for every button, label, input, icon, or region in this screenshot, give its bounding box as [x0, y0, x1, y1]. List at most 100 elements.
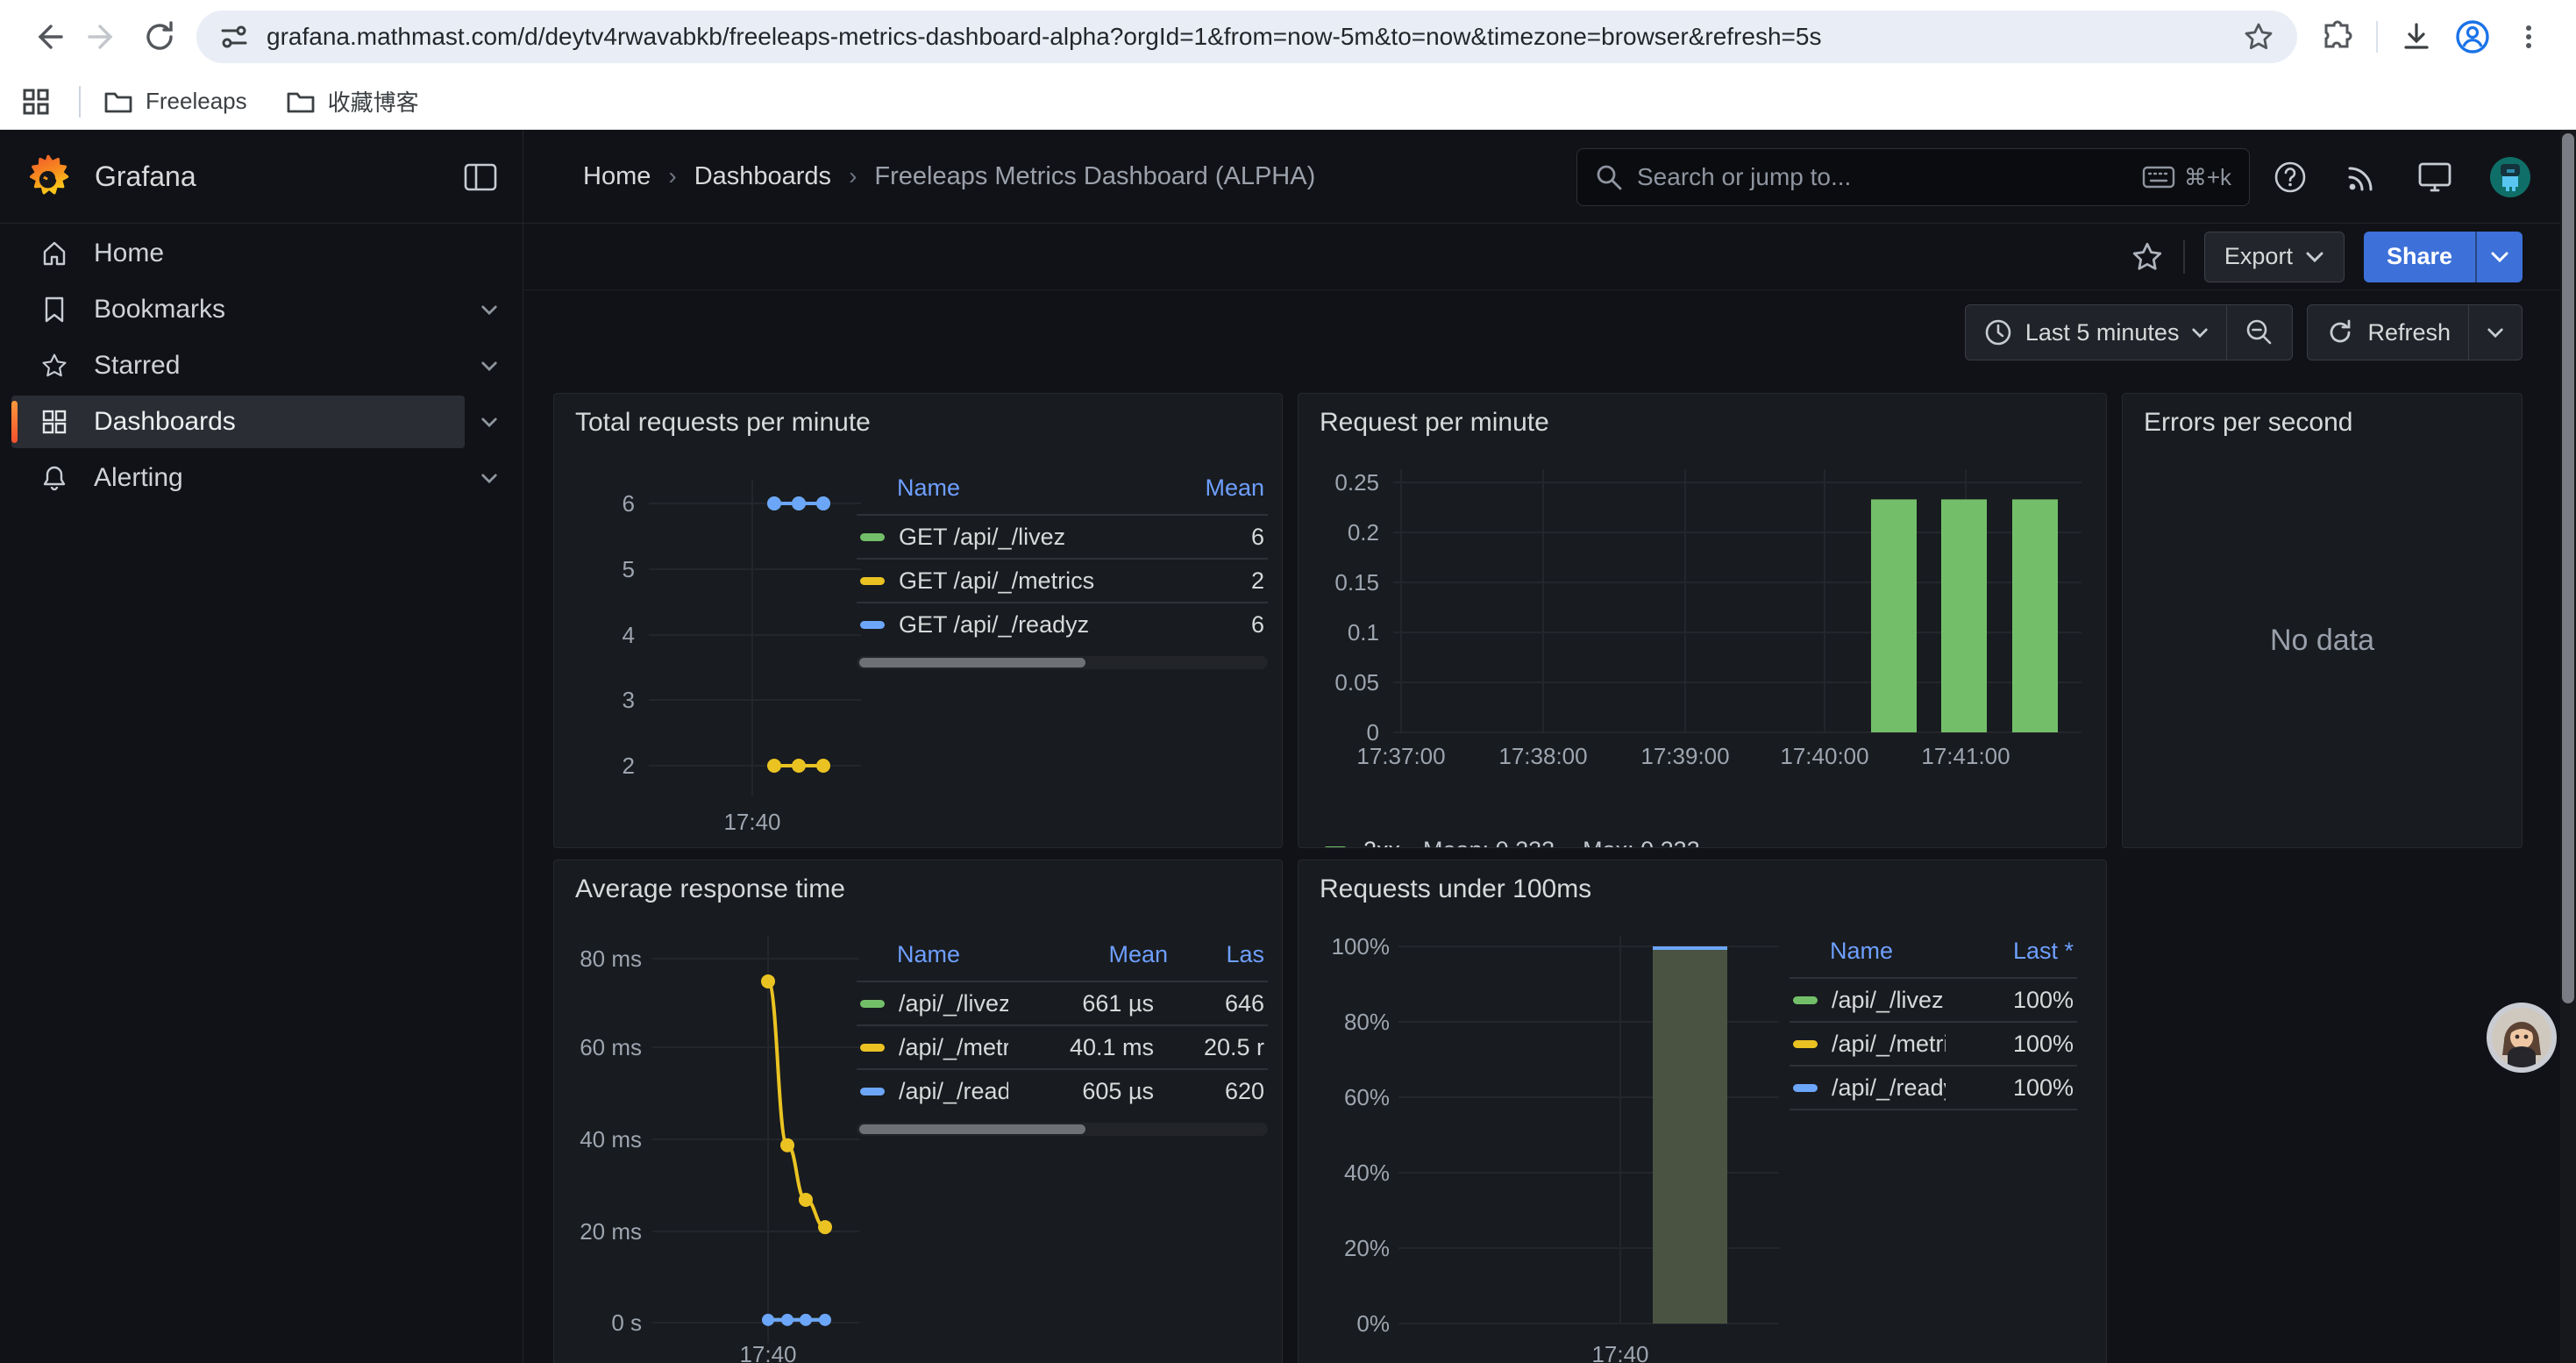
legend-row[interactable]: GET /api/_/metrics2	[857, 558, 1268, 602]
search-input[interactable]: Search or jump to... ⌘+k	[1576, 148, 2250, 206]
series-name[interactable]: /api/_/livez	[899, 990, 1008, 1017]
profile-icon[interactable]	[2453, 18, 2492, 56]
page-scrollbar[interactable]	[2560, 130, 2576, 1363]
refresh-interval-button[interactable]	[2468, 305, 2522, 360]
breadcrumb-home[interactable]: Home	[583, 162, 651, 191]
series-mean: 6	[1185, 611, 1264, 639]
legend-scrollbar[interactable]	[857, 656, 1268, 669]
bookmark-folder-blogs[interactable]: 收藏博客	[286, 85, 419, 118]
legend-header-last[interactable]: Last *	[1960, 938, 2074, 965]
svg-text:2: 2	[623, 753, 635, 779]
svg-text:80 ms: 80 ms	[580, 946, 642, 972]
legend-header-name[interactable]: Name	[1830, 938, 1960, 965]
bookmark-star-icon[interactable]	[2243, 21, 2274, 53]
series-name[interactable]: /api/_/metrics	[1832, 1031, 1946, 1058]
series-name[interactable]: 2xx	[1363, 837, 1400, 848]
scrollbar-thumb[interactable]	[2562, 133, 2574, 1003]
legend-header-name[interactable]: Name	[897, 941, 1036, 968]
legend-row[interactable]: /api/_/readyz100%	[1790, 1065, 2077, 1109]
svg-text:20%: 20%	[1344, 1235, 1390, 1261]
legend-header-mean[interactable]: Mean	[1036, 941, 1168, 968]
downloads-icon[interactable]	[2397, 18, 2436, 56]
legend-header-mean[interactable]: Mean	[1185, 475, 1264, 502]
search-icon	[1595, 163, 1623, 191]
legend-row[interactable]: /api/_/livez 100%	[1790, 977, 2077, 1021]
browser-menu-icon[interactable]	[2509, 18, 2548, 56]
legend-row[interactable]: /api/_/metrics40.1 ms20.5 r	[857, 1024, 1268, 1068]
apps-grid-icon[interactable]	[21, 87, 51, 117]
series-swatch	[1793, 996, 1818, 1004]
reload-icon[interactable]	[140, 18, 179, 56]
sidebar-toggle-icon[interactable]	[463, 161, 498, 193]
panel-request-per-minute: Request per minute 0.250.20.150.10.05017…	[1298, 393, 2107, 848]
series-name[interactable]: /api/_/readyz	[1832, 1074, 1946, 1102]
forward-icon[interactable]	[84, 18, 123, 56]
dashboard-toolbar: Export Share	[523, 224, 2576, 290]
panel-title[interactable]: Request per minute	[1320, 408, 1549, 438]
share-button-group: Share	[2364, 232, 2523, 282]
share-menu-button[interactable]	[2475, 232, 2523, 282]
grafana-app: Grafana Home › Dashboards › Freeleaps Me…	[0, 130, 2576, 1363]
breadcrumb: Home › Dashboards › Freeleaps Metrics Da…	[583, 130, 1315, 223]
legend-header-name[interactable]: Name	[897, 475, 1185, 502]
kiosk-monitor-icon[interactable]	[2416, 160, 2453, 195]
svg-text:6: 6	[623, 490, 635, 517]
panel-title[interactable]: Errors per second	[2144, 408, 2352, 438]
series-last: 100%	[1960, 987, 2074, 1014]
site-settings-icon[interactable]	[219, 22, 249, 52]
export-button[interactable]: Export	[2204, 232, 2345, 282]
zoom-out-button[interactable]	[2226, 305, 2292, 360]
legend-row[interactable]: /api/_/readyz605 µs620	[857, 1068, 1268, 1112]
extensions-icon[interactable]	[2318, 18, 2357, 56]
series-name[interactable]: /api/_/metrics	[899, 1034, 1008, 1061]
svg-text:40 ms: 40 ms	[580, 1126, 642, 1152]
series-name[interactable]: GET /api/_/metrics	[899, 567, 1171, 595]
panel-title[interactable]: Requests under 100ms	[1320, 874, 1591, 904]
news-rss-icon[interactable]	[2345, 160, 2380, 195]
legend-row[interactable]: /api/_/livez661 µs646	[857, 981, 1268, 1024]
panel-title[interactable]: Average response time	[575, 874, 845, 904]
series-name[interactable]: /api/_/readyz	[899, 1078, 1008, 1105]
breadcrumb-dashboards[interactable]: Dashboards	[694, 162, 831, 191]
series-name[interactable]: GET /api/_/livez	[899, 524, 1171, 551]
legend-scrollbar[interactable]	[857, 1123, 1268, 1136]
legend-row[interactable]: /api/_/metrics100%	[1790, 1021, 2077, 1065]
url-text[interactable]: grafana.mathmast.com/d/deytv4rwavabkb/fr…	[267, 23, 2227, 51]
legend-header-last[interactable]: Las	[1168, 941, 1264, 968]
chevron-down-icon[interactable]	[480, 417, 498, 428]
chevron-down-icon	[2191, 327, 2209, 339]
grafana-logo-icon[interactable]	[25, 153, 72, 201]
total-requests-chart: 6543217:40	[554, 446, 887, 848]
sidebar-item-home[interactable]: Home	[11, 225, 510, 282]
bookmark-icon	[39, 296, 69, 324]
legend-row[interactable]: GET /api/_/readyz 6	[857, 602, 1268, 646]
sidebar-item-alerting[interactable]: Alerting	[11, 450, 510, 506]
sidebar-item-dashboards[interactable]: Dashboards	[11, 394, 510, 450]
address-bar[interactable]: grafana.mathmast.com/d/deytv4rwavabkb/fr…	[196, 11, 2297, 63]
user-avatar[interactable]	[2490, 157, 2530, 197]
panel-title[interactable]: Total requests per minute	[575, 408, 871, 438]
svg-text:17:41:00: 17:41:00	[1921, 743, 2010, 769]
share-button[interactable]: Share	[2364, 232, 2475, 282]
sidebar-item-starred[interactable]: Starred	[11, 338, 510, 394]
chevron-down-icon[interactable]	[480, 304, 498, 316]
sidebar-item-bookmarks[interactable]: Bookmarks	[11, 282, 510, 338]
sidebar-nav: Home Bookmarks Starred Dashboards	[0, 224, 523, 1363]
request-per-minute-chart: 0.250.20.150.10.05017:37:0017:38:0017:39…	[1299, 446, 2107, 832]
series-name[interactable]: /api/_/livez	[1832, 987, 1946, 1014]
time-range-button[interactable]: Last 5 minutes	[1966, 305, 2227, 360]
chevron-down-icon[interactable]	[480, 360, 498, 372]
favorite-star-icon[interactable]	[2131, 240, 2164, 274]
legend-row[interactable]: GET /api/_/livez6	[857, 514, 1268, 558]
back-icon[interactable]	[28, 18, 67, 56]
help-icon[interactable]	[2273, 160, 2308, 195]
bookmark-folder-freeleaps[interactable]: Freeleaps	[103, 88, 247, 115]
refresh-button[interactable]: Refresh	[2308, 305, 2468, 360]
assistant-avatar[interactable]	[2487, 1003, 2557, 1073]
legend-table: Name Mean Las /api/_/livez661 µs646/api/…	[857, 941, 1268, 1136]
toolbar-divider	[2376, 21, 2378, 53]
chevron-down-icon[interactable]	[480, 473, 498, 484]
series-name[interactable]: GET /api/_/readyz	[899, 611, 1171, 639]
svg-text:0: 0	[1367, 719, 1379, 746]
toolbar-divider	[2183, 240, 2185, 274]
